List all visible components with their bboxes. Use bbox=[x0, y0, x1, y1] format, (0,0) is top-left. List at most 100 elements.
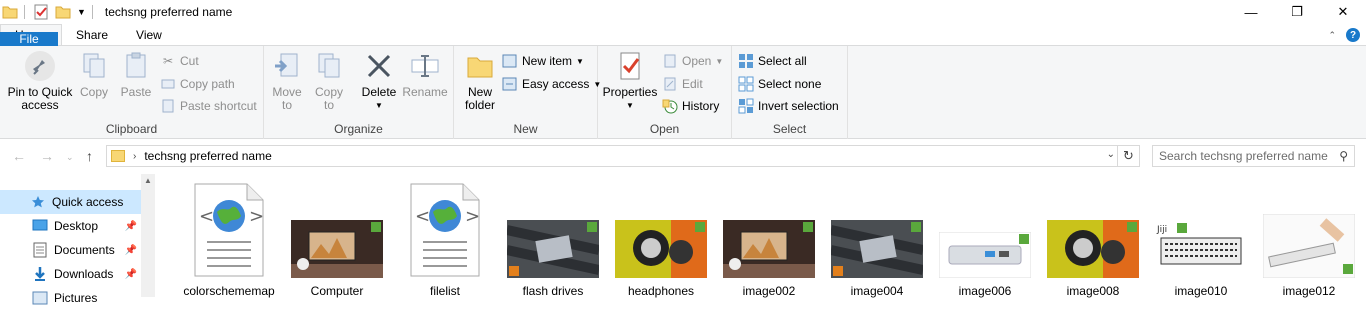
file-item[interactable]: image004 bbox=[827, 182, 927, 298]
new-item-label: New item bbox=[522, 54, 573, 68]
ribbon: Pin to Quick access Copy Paste ✂ Cut Cop… bbox=[0, 46, 1366, 139]
nav-item-downloads[interactable]: Downloads 📌 bbox=[0, 262, 141, 286]
rename-button[interactable]: Rename bbox=[402, 50, 448, 99]
address-bar[interactable]: › techsng preferred name ⌄ ↻ bbox=[106, 145, 1140, 167]
select-none-button[interactable]: Select none bbox=[738, 74, 821, 94]
paste-shortcut-button[interactable]: Paste shortcut bbox=[160, 96, 257, 116]
easy-access-button[interactable]: Easy access ▼ bbox=[502, 74, 601, 94]
file-item[interactable]: image006 bbox=[935, 182, 1035, 298]
move-to-button[interactable]: Move to bbox=[268, 50, 306, 112]
copy-button[interactable]: Copy bbox=[76, 50, 112, 99]
cut-button[interactable]: ✂ Cut bbox=[160, 51, 199, 71]
select-none-label: Select none bbox=[758, 77, 822, 91]
new-folder-quick-icon[interactable] bbox=[55, 4, 71, 20]
file-item[interactable]: headphones bbox=[611, 182, 711, 298]
image-thumbnail bbox=[1043, 182, 1143, 278]
open-label: Open bbox=[682, 54, 712, 68]
file-item[interactable]: Jiji image010 bbox=[1151, 182, 1251, 298]
image-thumbnail bbox=[935, 182, 1035, 278]
image-thumbnail bbox=[1259, 182, 1359, 278]
collapse-ribbon-icon[interactable]: ⌃ bbox=[1328, 30, 1336, 41]
move-to-icon bbox=[271, 50, 303, 82]
recent-locations-icon[interactable]: ⌄ bbox=[66, 152, 74, 163]
up-arrow-icon[interactable]: ↑ bbox=[86, 148, 93, 164]
copy-path-icon bbox=[160, 76, 176, 92]
pin-icon bbox=[24, 50, 56, 82]
address-dropdown-icon[interactable]: ⌄ bbox=[1107, 149, 1115, 160]
forward-arrow-icon[interactable]: → bbox=[40, 148, 54, 164]
nav-item-documents[interactable]: Documents 📌 bbox=[0, 238, 141, 262]
xml-file-icon: < > bbox=[395, 182, 495, 278]
search-placeholder: Search techsng preferred name bbox=[1159, 149, 1328, 163]
tab-share[interactable]: Share bbox=[62, 24, 122, 45]
pin-icon[interactable]: 📌 bbox=[125, 269, 137, 280]
properties-icon bbox=[614, 50, 646, 82]
copy-to-label-2: to bbox=[323, 98, 334, 112]
history-button[interactable]: History bbox=[662, 96, 719, 116]
nav-item-desktop[interactable]: Desktop 📌 bbox=[0, 214, 141, 238]
maximize-button[interactable]: ❐ bbox=[1274, 0, 1320, 24]
help-icon[interactable]: ? bbox=[1346, 28, 1360, 42]
new-item-button[interactable]: New item ▼ bbox=[502, 51, 584, 71]
star-icon bbox=[30, 194, 46, 210]
tab-file[interactable]: File bbox=[0, 32, 58, 46]
properties-dropdown-icon: ▼ bbox=[626, 101, 634, 110]
back-arrow-icon[interactable]: ← bbox=[12, 148, 26, 164]
pictures-icon bbox=[32, 290, 48, 306]
pin-icon[interactable]: 📌 bbox=[125, 221, 137, 232]
ribbon-tabs: File Home Share View ⌃ ? bbox=[0, 24, 1366, 46]
properties-quick-icon[interactable] bbox=[33, 4, 49, 20]
file-list: < > colorschememap Computer < > filelist flash … bbox=[155, 174, 1366, 298]
file-item[interactable]: < > filelist bbox=[395, 182, 495, 298]
copy-to-button[interactable]: Copy to bbox=[310, 50, 348, 112]
address-path[interactable]: techsng preferred name bbox=[144, 149, 271, 163]
pin-to-quick-access-button[interactable]: Pin to Quick access bbox=[4, 50, 76, 112]
select-group-label: Select bbox=[772, 122, 807, 136]
file-item[interactable]: image002 bbox=[719, 182, 819, 298]
customize-toolbar-icon[interactable]: ▼ bbox=[77, 7, 86, 17]
select-all-button[interactable]: Select all bbox=[738, 51, 807, 71]
select-all-label: Select all bbox=[758, 54, 807, 68]
tab-view[interactable]: View bbox=[122, 24, 176, 45]
delete-button[interactable]: Delete ▼ bbox=[358, 50, 400, 112]
history-label: History bbox=[682, 99, 720, 113]
paste-icon bbox=[120, 50, 152, 82]
copy-path-button[interactable]: Copy path bbox=[160, 74, 235, 94]
clipboard-group-label: Clipboard bbox=[105, 122, 158, 136]
invert-selection-button[interactable]: Invert selection bbox=[738, 96, 839, 116]
minimize-button[interactable]: — bbox=[1228, 0, 1274, 24]
breadcrumb-separator-icon[interactable]: › bbox=[133, 151, 136, 162]
file-item[interactable]: Computer bbox=[287, 182, 387, 298]
divider bbox=[24, 5, 25, 19]
new-folder-button[interactable]: New folder bbox=[460, 50, 500, 112]
edit-button[interactable]: Edit bbox=[662, 74, 703, 94]
refresh-icon[interactable]: ↻ bbox=[1117, 146, 1139, 166]
scroll-up-icon[interactable]: ▲ bbox=[144, 176, 152, 185]
copy-to-icon bbox=[313, 50, 345, 82]
properties-button[interactable]: Properties ▼ bbox=[602, 50, 658, 112]
image-thumbnail bbox=[503, 182, 603, 278]
paste-shortcut-label: Paste shortcut bbox=[180, 99, 257, 113]
file-name: image004 bbox=[850, 284, 904, 298]
file-name: image006 bbox=[958, 284, 1012, 298]
file-item[interactable]: flash drives bbox=[503, 182, 603, 298]
open-button[interactable]: Open ▼ bbox=[662, 51, 723, 71]
file-item[interactable]: < > colorschememap bbox=[179, 182, 279, 298]
close-button[interactable]: ✕ bbox=[1320, 0, 1366, 24]
pin-icon[interactable]: 📌 bbox=[125, 245, 137, 256]
nav-item-quick-access[interactable]: Quick access bbox=[0, 190, 141, 214]
search-box[interactable]: Search techsng preferred name ⚲ bbox=[1152, 145, 1355, 167]
folder-icon[interactable] bbox=[2, 4, 18, 20]
paste-button[interactable]: Paste bbox=[116, 50, 156, 99]
window-title: techsng preferred name bbox=[104, 5, 233, 19]
image-thumbnail bbox=[287, 182, 387, 278]
svg-text:<: < bbox=[199, 206, 214, 227]
nav-scrollbar[interactable]: ▲ bbox=[141, 174, 155, 297]
new-item-icon bbox=[502, 53, 518, 69]
delete-dropdown-icon: ▼ bbox=[375, 101, 383, 110]
navigation-pane: Quick access Desktop 📌 Documents 📌 Downl… bbox=[0, 174, 155, 305]
file-item[interactable]: image012 bbox=[1259, 182, 1359, 298]
nav-item-pictures[interactable]: Pictures bbox=[0, 286, 141, 310]
history-icon bbox=[662, 98, 678, 114]
file-item[interactable]: image008 bbox=[1043, 182, 1143, 298]
